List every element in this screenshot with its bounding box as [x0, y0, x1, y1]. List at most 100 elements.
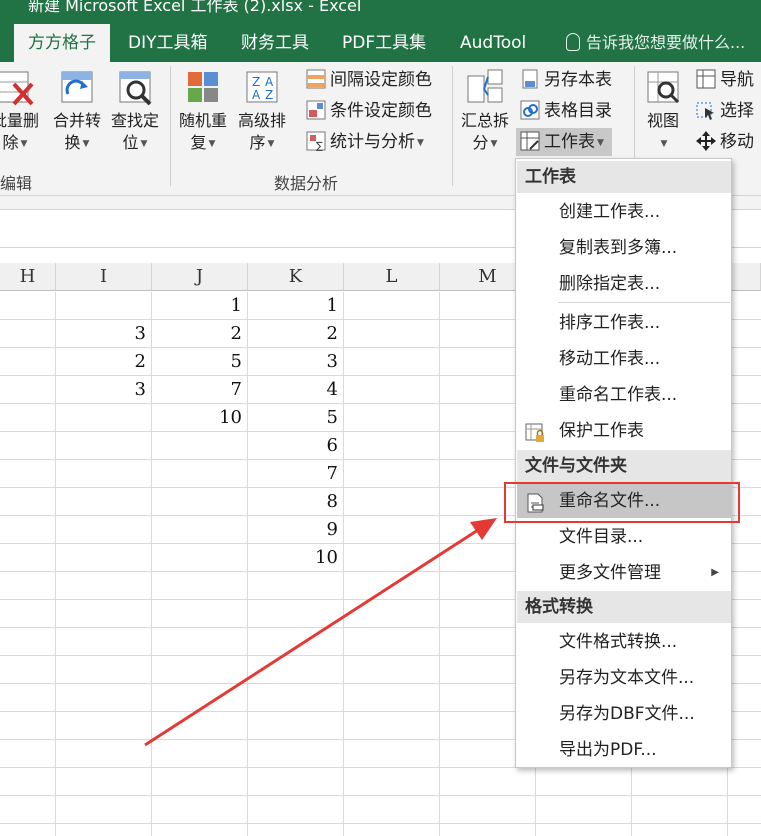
- cell-k[interactable]: 1: [248, 292, 344, 320]
- interval-color-label: 间隔设定颜色: [330, 70, 432, 90]
- navigation-button[interactable]: 导航: [696, 66, 754, 94]
- menu-item-create-sheet[interactable]: 创建工作表...: [517, 195, 731, 229]
- cell-i[interactable]: [56, 404, 152, 432]
- menu-item-export-pdf[interactable]: 导出为PDF...: [517, 733, 731, 767]
- merge-convert-label-1: 合并转: [52, 111, 101, 130]
- cell-i[interactable]: 3: [56, 320, 152, 348]
- advanced-sort-label-2: 序: [249, 133, 266, 152]
- menu-item-delete-sheet[interactable]: 删除指定表...: [517, 267, 731, 301]
- navigation-label: 导航: [720, 70, 754, 90]
- cell-i[interactable]: 2: [56, 348, 152, 376]
- find-locate-button[interactable]: 查找定 位 ▼: [104, 68, 166, 155]
- interval-color-button[interactable]: 间隔设定颜色: [306, 66, 432, 94]
- menu-section-header: 文件与文件夹: [517, 450, 731, 482]
- tab-diy-toolbox[interactable]: DIY工具箱: [128, 24, 208, 62]
- tab-finance-tools[interactable]: 财务工具: [241, 24, 309, 62]
- random-repeat-label-1: 随机重: [178, 111, 227, 130]
- save-sheet-icon: [520, 69, 540, 89]
- sheet-directory-button[interactable]: 表格目录: [520, 97, 612, 125]
- batch-delete-button[interactable]: 批量删 除▼: [0, 68, 46, 155]
- menu-item-sort-sheet[interactable]: 排序工作表...: [517, 306, 731, 340]
- tell-me-box[interactable]: 告诉我您想要做什么...: [566, 24, 745, 62]
- cell-k[interactable]: 9: [248, 516, 344, 544]
- cell-k[interactable]: 3: [248, 348, 344, 376]
- summarize-split-icon: [466, 68, 504, 106]
- menu-item-protect-sheet[interactable]: 保护工作表: [517, 414, 731, 448]
- menu-item-save-as-dbf[interactable]: 另存为DBF文件...: [517, 697, 731, 731]
- menu-item-format-convert[interactable]: 文件格式转换...: [517, 625, 731, 659]
- menu-item-save-as-text[interactable]: 另存为文本文件...: [517, 661, 731, 695]
- title-bar: 新建 Microsoft Excel 工作表 (2).xlsx - Excel: [0, 0, 761, 24]
- batch-delete-label-1: 批量删: [0, 111, 39, 130]
- move-button[interactable]: 移动: [696, 128, 754, 156]
- random-repeat-icon: [184, 68, 222, 106]
- column-header-k[interactable]: K: [248, 263, 344, 291]
- advanced-sort-icon: ZAAZ: [243, 68, 281, 106]
- cell-j[interactable]: 1: [152, 292, 248, 320]
- batch-delete-icon: [0, 68, 34, 106]
- statistics-button[interactable]: ∑ 统计与分析 ▼: [306, 128, 424, 156]
- tab-pdf-tools[interactable]: PDF工具集: [342, 24, 426, 62]
- chevron-down-icon: ▼: [20, 139, 28, 149]
- menu-item-file-directory[interactable]: 文件目录...: [517, 520, 731, 554]
- summarize-split-button[interactable]: 汇总拆 分 ▼: [454, 68, 516, 155]
- chevron-down-icon: ▼: [267, 139, 275, 149]
- cell-j[interactable]: 10: [152, 404, 248, 432]
- column-header-l[interactable]: L: [344, 263, 440, 291]
- menu-item-copy-sheet[interactable]: 复制表到多簿...: [517, 231, 731, 265]
- save-sheet-button[interactable]: 另存本表: [520, 66, 612, 94]
- svg-text:A: A: [252, 88, 261, 102]
- menu-item-label: 更多文件管理: [559, 563, 661, 583]
- select-icon: [696, 100, 716, 120]
- grid-line: [0, 795, 761, 796]
- grid-line: [439, 292, 440, 836]
- group-separator: [170, 66, 171, 186]
- cell-i[interactable]: [56, 292, 152, 320]
- cell-k[interactable]: 2: [248, 320, 344, 348]
- menu-item-rename-sheet[interactable]: 重命名工作表...: [517, 378, 731, 412]
- merge-convert-button[interactable]: 合并转 换 ▼: [46, 68, 108, 155]
- column-header-i[interactable]: I: [56, 263, 152, 291]
- column-header-h[interactable]: H: [0, 263, 56, 291]
- cell-k[interactable]: 5: [248, 404, 344, 432]
- move-icon: [696, 131, 716, 151]
- condition-color-icon: [306, 100, 326, 120]
- menu-item-label: 保护工作表: [559, 421, 644, 441]
- lightbulb-icon: [566, 33, 580, 51]
- view-label: 视图: [646, 111, 679, 130]
- condition-color-button[interactable]: 条件设定颜色: [306, 97, 432, 125]
- random-repeat-button[interactable]: 随机重 复 ▼: [172, 68, 234, 155]
- svg-text:∑: ∑: [316, 141, 323, 151]
- sheet-directory-label: 表格目录: [544, 101, 612, 121]
- view-button[interactable]: 视图 ▼: [632, 68, 694, 155]
- random-repeat-label-2: 复: [190, 133, 207, 152]
- chevron-down-icon: ▼: [417, 138, 424, 148]
- batch-delete-label-2: 除: [2, 133, 19, 152]
- merge-convert-icon: [58, 68, 96, 106]
- tab-audtool[interactable]: AudTool: [460, 24, 526, 62]
- cell-j[interactable]: 5: [152, 348, 248, 376]
- find-locate-label-2: 位: [122, 133, 139, 152]
- cell-j[interactable]: 2: [152, 320, 248, 348]
- menu-item-more-file-management[interactable]: 更多文件管理 ▶: [517, 556, 731, 590]
- cell-j[interactable]: 7: [152, 376, 248, 404]
- tab-fangfang[interactable]: 方方格子: [14, 24, 110, 62]
- svg-text:Z: Z: [265, 88, 273, 102]
- cell-k[interactable]: 7: [248, 460, 344, 488]
- cell-k[interactable]: 10: [248, 544, 344, 572]
- select-button[interactable]: 选择: [696, 97, 754, 125]
- menu-item-move-sheet[interactable]: 移动工作表...: [517, 342, 731, 376]
- cell-k[interactable]: 8: [248, 488, 344, 516]
- grid-line: [0, 823, 761, 824]
- save-sheet-label: 另存本表: [544, 70, 612, 90]
- cell-k[interactable]: 4: [248, 376, 344, 404]
- condition-color-label: 条件设定颜色: [330, 101, 432, 121]
- worksheet-button[interactable]: 工作表 ▼: [516, 128, 612, 156]
- chevron-right-icon: ▶: [711, 567, 719, 578]
- cell-i[interactable]: 3: [56, 376, 152, 404]
- chevron-down-icon: ▼: [490, 139, 498, 149]
- column-header-j[interactable]: J: [152, 263, 248, 291]
- advanced-sort-button[interactable]: ZAAZ 高级排 序 ▼: [231, 68, 293, 155]
- menu-section-header: 工作表: [517, 161, 731, 193]
- cell-k[interactable]: 6: [248, 432, 344, 460]
